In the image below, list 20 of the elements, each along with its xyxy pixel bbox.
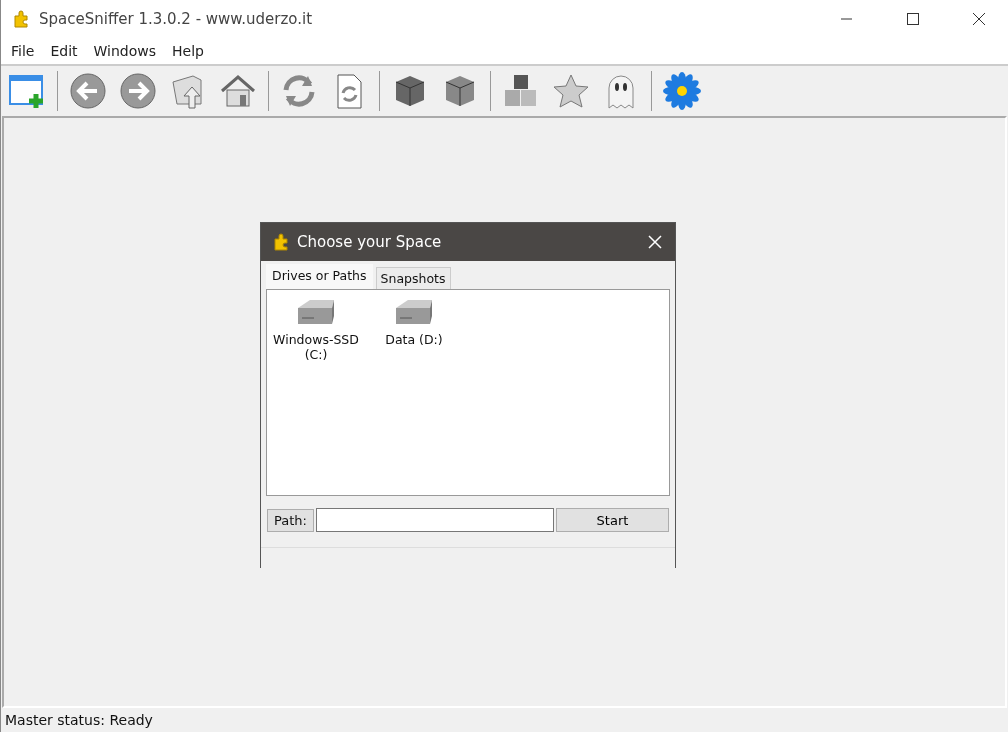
tab[interactable]: Snapshots (375, 267, 451, 289)
menu-item[interactable]: File (3, 43, 43, 59)
path-input-field[interactable] (315, 508, 554, 532)
drive-label[interactable]: Data (D:) (385, 332, 443, 347)
menu-item[interactable]: Edit (42, 43, 86, 59)
maximize-icon (907, 13, 919, 25)
dialog-title: Choose your Space (297, 233, 443, 251)
menu-item[interactable]: Windows (85, 43, 165, 59)
drive-label[interactable]: Windows-SSD (C:) (271, 332, 361, 362)
menu-item[interactable]: Help (164, 43, 212, 59)
flower-icon[interactable] (660, 69, 704, 113)
start-button[interactable]: Start (555, 508, 669, 532)
path-label: Path: (267, 508, 314, 532)
dialog-icon (273, 233, 291, 251)
window-title: SpaceSniffer 1.3.0.2 - www.uderzo.it (39, 10, 314, 28)
app-icon (13, 10, 31, 28)
close-icon (648, 235, 662, 249)
tab[interactable]: Drives or Paths (265, 263, 374, 289)
close-icon (972, 12, 986, 26)
status-text: Master status: Ready (4, 711, 154, 730)
